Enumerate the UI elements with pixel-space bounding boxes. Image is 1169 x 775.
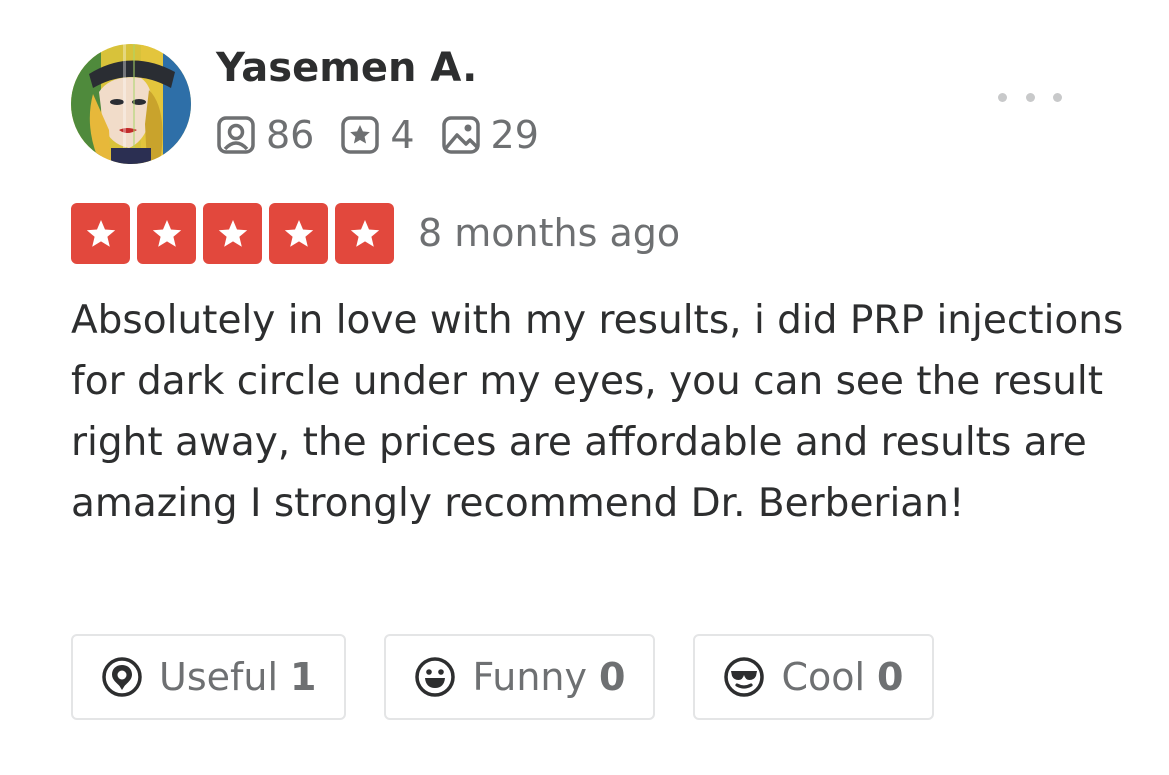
star-icon [71,203,130,264]
cool-button[interactable]: Cool 0 [693,634,934,720]
dot [998,92,1007,102]
cool-count: 0 [877,655,904,699]
cool-label: Cool [781,655,866,699]
avatar-image [71,44,191,164]
star-icon [269,203,328,264]
star-icon [137,203,196,264]
photos-count: 29 [490,113,539,157]
reaction-buttons: Useful 1 Funny 0 Cool 0 [71,634,972,722]
funny-face-icon [415,657,456,697]
funny-count: 0 [599,655,626,699]
star-icon [335,203,394,264]
friends-icon [217,116,255,154]
review-date: 8 months ago [418,211,681,255]
review-text: Absolutely in love with my results, i di… [71,298,1124,526]
funny-button[interactable]: Funny 0 [384,634,656,720]
useful-button[interactable]: Useful 1 [71,634,347,720]
review-star-icon [341,116,380,154]
reviewer-stats: 86 4 29 [216,110,565,160]
useful-label: Useful [159,655,279,699]
friends-count: 86 [266,113,315,157]
more-dots-icon[interactable] [998,86,1062,108]
funny-label: Funny [472,655,587,699]
avatar[interactable] [71,44,191,164]
photo-icon [441,116,480,154]
reviews-stat: 4 [340,113,415,157]
photos-stat: 29 [441,115,539,155]
cool-sunglasses-icon [724,657,765,697]
reviewer-name[interactable]: Yasemen A. [216,44,477,92]
friends-stat: 86 [216,115,314,155]
dot [1053,92,1062,102]
reviews-count: 4 [390,113,415,157]
dot [1025,92,1035,102]
useful-count: 1 [290,655,317,699]
star-rating: 8 months ago [71,203,680,264]
useful-icon [102,657,142,697]
star-icon [203,203,262,264]
